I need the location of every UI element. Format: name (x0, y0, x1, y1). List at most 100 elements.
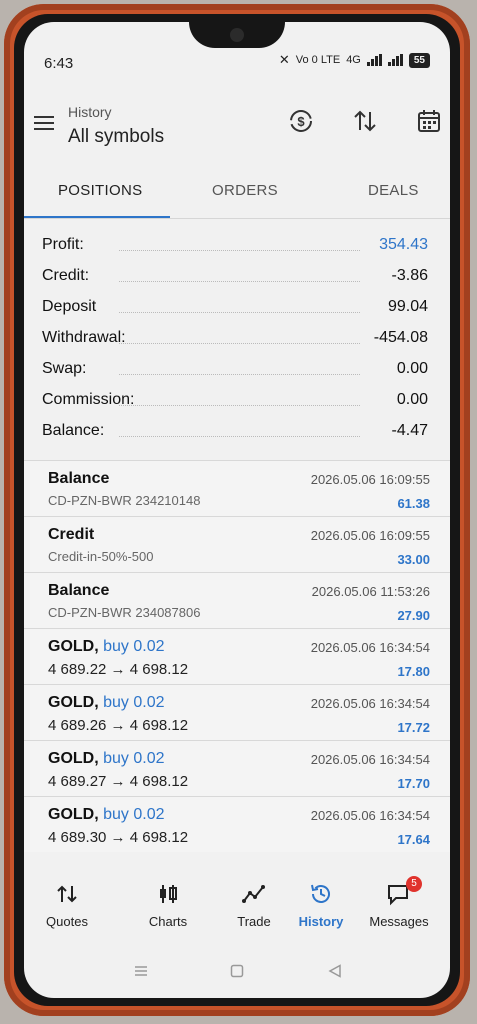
summary-value: -3.86 (391, 267, 428, 284)
deal-comment: CD-PZN-BWR 234087806 (48, 605, 201, 620)
summary-panel: Profit: 354.43 Credit: -3.86 Deposit 99.04 … (24, 230, 450, 447)
network-label: Vo 0 LTE (295, 54, 341, 66)
deal-action: buy 0.02 (103, 694, 165, 711)
deal-title: GOLD, buy 0.02 (48, 694, 165, 711)
messages-icon: 5 (364, 876, 434, 908)
charts-icon (133, 880, 203, 908)
deal-title: Balance (48, 582, 110, 599)
tab-active-indicator (24, 216, 170, 218)
summary-value: 0.00 (396, 391, 428, 408)
summary-value: -454.08 (373, 329, 428, 346)
deal-time: 2026.05.06 16:09:55 (310, 472, 430, 487)
tab-deals[interactable]: DEALS (368, 182, 419, 199)
summary-row-commission: Commission: 0.00 (24, 385, 450, 416)
battery-icon: 55 (408, 52, 430, 68)
list-item[interactable]: Balance CD-PZN-BWR 234210148 2026.05.06 … (24, 460, 450, 516)
deal-time: 2026.05.06 16:09:55 (310, 528, 430, 543)
deal-time: 2026.05.06 16:34:54 (310, 696, 430, 711)
nav-charts[interactable]: Charts (133, 880, 203, 929)
tab-positions[interactable]: POSITIONS (58, 182, 142, 199)
summary-row-deposit: Deposit 99.04 (24, 292, 450, 323)
phone-bezel: 6:43 ✕ Vo 0 LTE 4G 55 History All symbol… (14, 14, 460, 1006)
tabs-divider (24, 218, 450, 219)
menu-icon[interactable] (34, 116, 54, 130)
deal-prices: 4 689.26 → 4 698.12 (48, 717, 189, 734)
svg-text:$: $ (297, 114, 305, 129)
summary-row-swap: Swap: 0.00 (24, 354, 450, 385)
status-time: 6:43 (44, 55, 74, 72)
nav-messages[interactable]: 5 Messages (364, 876, 434, 929)
summary-label: Deposit (42, 298, 97, 315)
summary-row-profit: Profit: 354.43 (24, 230, 450, 261)
deal-amount: 33.00 (397, 552, 430, 567)
list-item[interactable]: GOLD, buy 0.02 4 689.27 → 4 698.12 2026.… (24, 740, 450, 796)
summary-label: Profit: (42, 236, 84, 253)
deal-amount: 61.38 (397, 496, 430, 511)
tab-orders[interactable]: ORDERS (212, 182, 278, 199)
deal-prices: 4 689.27 → 4 698.12 (48, 773, 189, 790)
summary-value: 99.04 (387, 298, 428, 315)
deal-comment: Credit-in-50%-500 (48, 549, 154, 564)
deal-comment: CD-PZN-BWR 234210148 (48, 493, 201, 508)
summary-label: Commission: (42, 391, 135, 408)
deal-title: GOLD, buy 0.02 (48, 750, 165, 767)
mute-icon: ✕ (278, 52, 290, 67)
app-bar-subtitle: History (68, 104, 112, 120)
back-icon[interactable] (328, 964, 342, 983)
status-icons: ✕ Vo 0 LTE 4G 55 (279, 52, 430, 68)
history-tabs: POSITIONS ORDERS DEALS (24, 172, 450, 220)
nav-label: Quotes (46, 914, 88, 929)
bottom-navigation: Quotes Charts Trade History 5 Messages (24, 876, 450, 950)
summary-label: Withdrawal: (42, 329, 126, 346)
signal-icon (366, 54, 382, 66)
deal-amount: 17.64 (397, 832, 430, 847)
history-icon (286, 880, 356, 908)
front-camera (230, 28, 244, 42)
list-item[interactable]: Balance CD-PZN-BWR 234087806 2026.05.06 … (24, 572, 450, 628)
deal-action: buy 0.02 (103, 806, 165, 823)
status-bar: 6:43 ✕ Vo 0 LTE 4G 55 (24, 48, 450, 72)
nav-history[interactable]: History (286, 880, 356, 929)
list-item[interactable]: GOLD, buy 0.02 4 689.30 → 4 698.12 2026.… (24, 796, 450, 852)
summary-row-credit: Credit: -3.86 (24, 261, 450, 292)
signal-icon-2 (387, 54, 403, 66)
summary-label: Swap: (42, 360, 87, 377)
deal-amount: 27.90 (397, 608, 430, 623)
system-navigation (24, 958, 450, 988)
app-bar: History All symbols $ (24, 90, 450, 150)
nav-label: Charts (148, 914, 188, 929)
list-item[interactable]: GOLD, buy 0.02 4 689.26 → 4 698.12 2026.… (24, 684, 450, 740)
summary-value: -4.47 (391, 422, 428, 439)
camera-notch (189, 22, 285, 48)
deal-action: buy 0.02 (103, 638, 165, 655)
summary-label: Balance: (42, 422, 105, 439)
list-item[interactable]: Credit Credit-in-50%-500 2026.05.06 16:0… (24, 516, 450, 572)
deal-amount: 17.72 (397, 720, 430, 735)
list-item[interactable]: GOLD, buy 0.02 4 689.22 → 4 698.12 2026.… (24, 628, 450, 684)
deal-time: 2026.05.06 11:53:26 (311, 584, 430, 599)
summary-row-balance: Balance: -4.47 (24, 416, 450, 447)
summary-value: 0.00 (396, 360, 428, 377)
sort-icon[interactable] (350, 106, 380, 136)
deal-title: GOLD, buy 0.02 (48, 806, 165, 823)
deal-action: buy 0.02 (103, 750, 165, 767)
nav-trade[interactable]: Trade (219, 880, 289, 929)
deal-time: 2026.05.06 16:34:54 (310, 752, 430, 767)
deal-amount: 17.70 (397, 776, 430, 791)
deals-list: Balance CD-PZN-BWR 234210148 2026.05.06 … (24, 460, 450, 852)
summary-label: Credit: (42, 267, 90, 284)
screen: 6:43 ✕ Vo 0 LTE 4G 55 History All symbol… (24, 22, 450, 998)
deal-title: GOLD, buy 0.02 (48, 638, 165, 655)
nav-label: Trade (237, 914, 271, 929)
deal-time: 2026.05.06 16:34:54 (310, 640, 430, 655)
network-speed: 4G (346, 54, 361, 66)
deal-amount: 17.80 (397, 664, 430, 679)
sync-currency-icon[interactable]: $ (286, 106, 316, 136)
home-icon[interactable] (230, 964, 244, 983)
summary-row-withdrawal: Withdrawal: -454.08 (24, 323, 450, 354)
phone-frame: 6:43 ✕ Vo 0 LTE 4G 55 History All symbol… (4, 4, 470, 1016)
app-bar-title[interactable]: All symbols (68, 126, 164, 148)
nav-quotes[interactable]: Quotes (32, 880, 102, 929)
recents-icon[interactable] (134, 964, 148, 983)
calendar-icon[interactable] (414, 106, 444, 136)
